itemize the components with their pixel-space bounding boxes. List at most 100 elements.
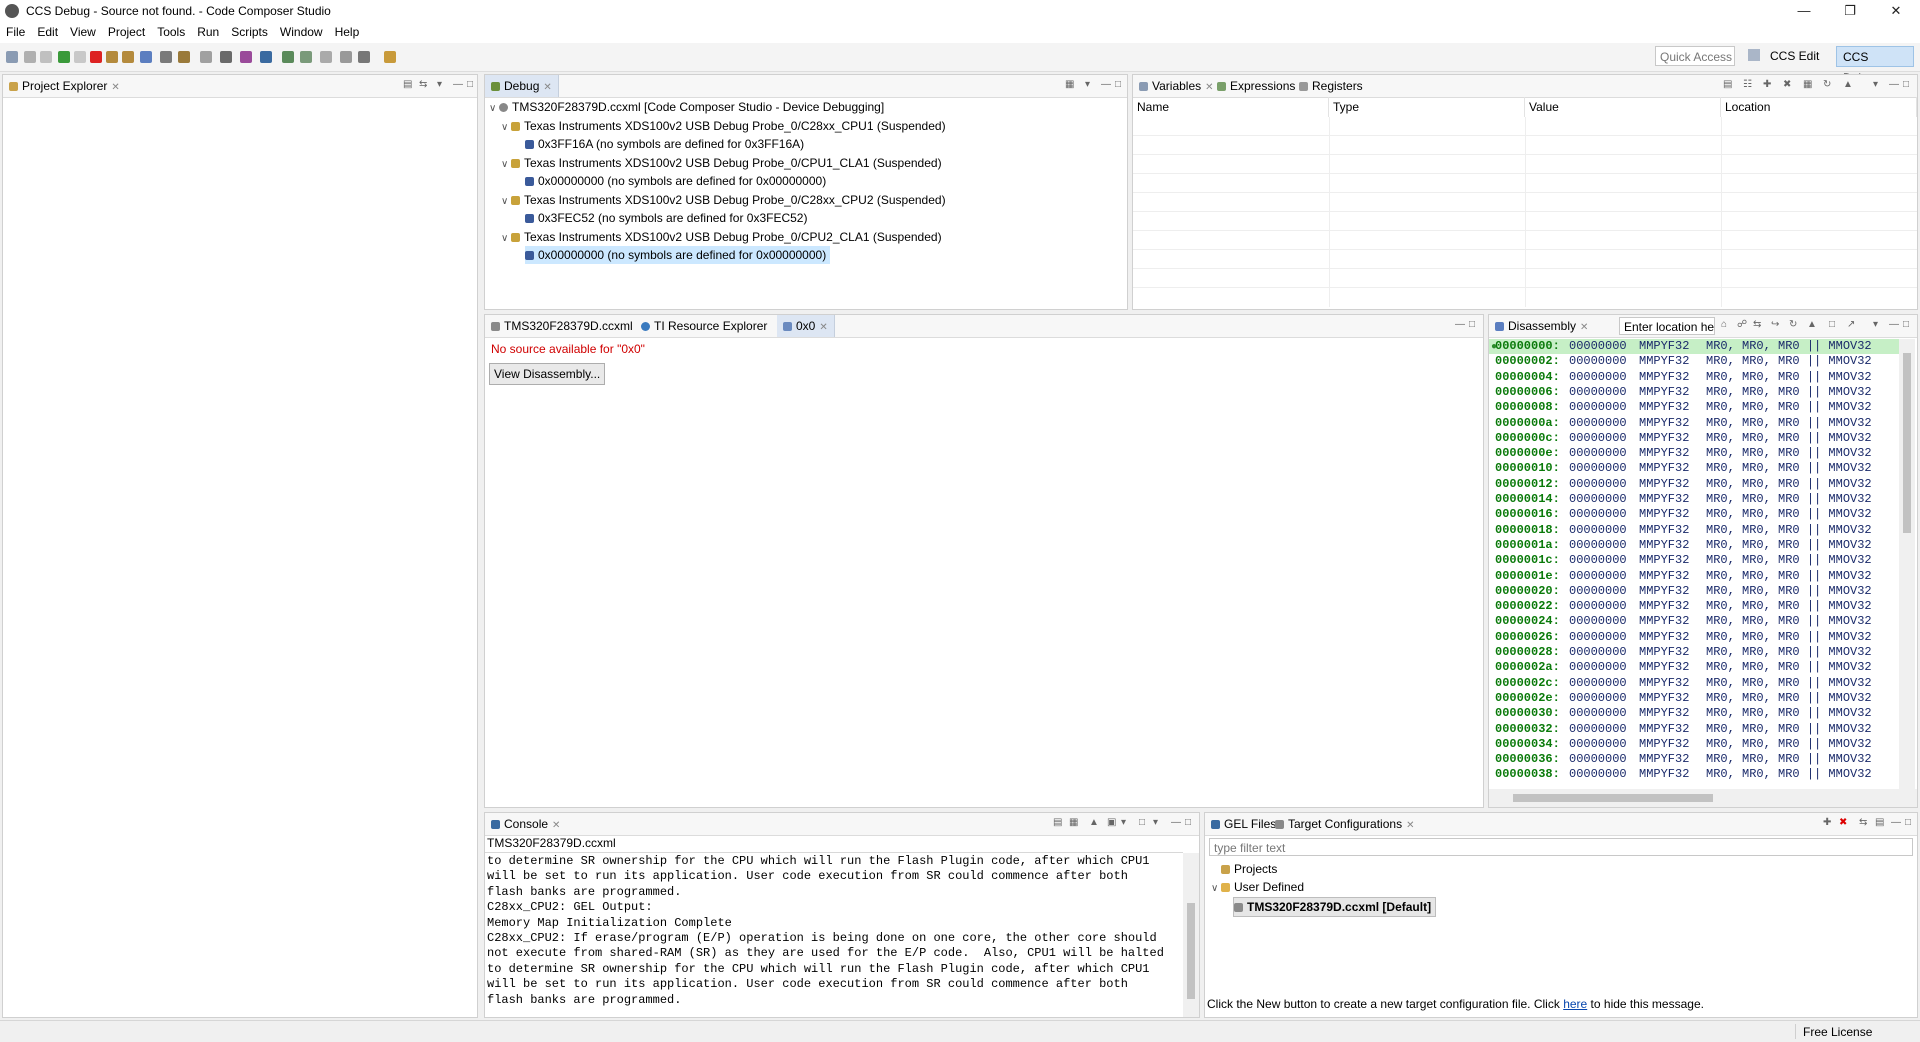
tab-target-configurations[interactable]: Target Configurations ✕ [1269, 813, 1420, 835]
disassembly-row[interactable]: 00000030: 00000000 MMPYF32 MR0, MR0, MR0 ||… [1489, 706, 1899, 721]
disassembly-row[interactable]: 00000022: 00000000 MMPYF32 MR0, MR0, MR0 ||… [1489, 599, 1899, 614]
tab-registers[interactable]: Registers [1293, 75, 1369, 97]
menu-project[interactable]: Project [102, 22, 151, 39]
console-output[interactable]: to determine SR ownership for the CPU wh… [485, 854, 1181, 1017]
suspend-icon[interactable] [74, 51, 86, 63]
chevron-down-icon[interactable]: ∨ [501, 230, 511, 248]
menu-tools[interactable]: Tools [151, 22, 191, 39]
disassembly-row[interactable]: 00000014: 00000000 MMPYF32 MR0, MR0, MR0 ||… [1489, 492, 1899, 507]
open-console-icon[interactable]: □ [1139, 817, 1145, 828]
display-console-icon[interactable]: ▣ [1107, 817, 1116, 828]
new-icon[interactable] [6, 51, 18, 63]
pin-icon[interactable]: ▲ [1843, 79, 1853, 90]
disassembly-row[interactable]: 0000000a: 00000000 MMPYF32 MR0, MR0, MR0 ||… [1489, 416, 1899, 431]
column-name[interactable]: Name [1133, 97, 1329, 117]
disassembly-row[interactable]: 00000018: 00000000 MMPYF32 MR0, MR0, MR0 ||… [1489, 523, 1899, 538]
maximize-view-icon[interactable]: □ [1115, 79, 1121, 90]
view-disassembly-button[interactable]: View Disassembly... [489, 363, 606, 385]
gel-icon[interactable] [240, 51, 252, 63]
remove-terminated-icon[interactable]: ▦ [1065, 79, 1074, 90]
disassembly-row[interactable]: 00000038: 00000000 MMPYF32 MR0, MR0, MR0 ||… [1489, 767, 1899, 782]
close-icon[interactable]: ✕ [1873, 0, 1919, 22]
disassembly-row[interactable]: 00000012: 00000000 MMPYF32 MR0, MR0, MR0 ||… [1489, 477, 1899, 492]
refresh-icon[interactable]: ↻ [1789, 319, 1797, 330]
scroll-thumb[interactable] [1513, 794, 1713, 802]
breakpoint-icon[interactable] [220, 51, 232, 63]
maximize-view-icon[interactable]: □ [1185, 817, 1191, 828]
sync-icon[interactable]: ⇆ [1753, 319, 1761, 330]
column-value[interactable]: Value [1525, 97, 1721, 117]
refresh-icon[interactable]: ↻ [1823, 79, 1831, 90]
restore-icon[interactable]: ❐ [1827, 0, 1873, 22]
menu-edit[interactable]: Edit [31, 22, 64, 39]
tab-disassembly[interactable]: Disassembly ✕ [1489, 315, 1594, 337]
scroll-thumb[interactable] [1187, 903, 1195, 999]
menu-run[interactable]: Run [191, 22, 225, 39]
view-menu-icon[interactable]: ▾ [1873, 79, 1878, 90]
disassembly-row[interactable]: 0000001e: 00000000 MMPYF32 MR0, MR0, MR0 ||… [1489, 569, 1899, 584]
debug-target-row[interactable]: ∨ Texas Instruments XDS100v2 USB Debug Pr… [501, 117, 946, 135]
disassembly-row[interactable]: 00000032: 00000000 MMPYF32 MR0, MR0, MR0 ||… [1489, 722, 1899, 737]
stack-frame-row[interactable]: 0x3FF16A (no symbols are defined for 0x3… [525, 135, 804, 153]
window-icon[interactable] [320, 51, 332, 63]
minimize-view-icon[interactable]: — [1889, 79, 1899, 90]
debug-target-row[interactable]: ∨ Texas Instruments XDS100v2 USB Debug Pr… [501, 191, 946, 209]
tab-project-explorer[interactable]: Project Explorer ✕ [3, 75, 126, 97]
delete-icon[interactable]: ✖ [1839, 817, 1847, 828]
maximize-view-icon[interactable]: □ [467, 79, 473, 90]
terminate-icon[interactable] [90, 51, 102, 63]
minimize-view-icon[interactable]: — [1171, 817, 1181, 828]
menu-window[interactable]: Window [274, 22, 329, 39]
tab-ccxml[interactable]: TMS320F28379D.ccxml [485, 315, 639, 337]
add-expression-icon[interactable]: ✚ [1763, 79, 1771, 90]
step-icon[interactable]: ↪ [1771, 319, 1779, 330]
scroll-lock-icon[interactable]: ▦ [1069, 817, 1078, 828]
close-icon[interactable]: ✕ [552, 820, 560, 831]
minimize-view-icon[interactable]: — [453, 79, 463, 90]
link-editor-icon[interactable]: ⇆ [419, 79, 427, 90]
clear-console-icon[interactable]: ▤ [1053, 817, 1062, 828]
disassembly-row[interactable]: 0000000c: 00000000 MMPYF32 MR0, MR0, MR0 ||… [1489, 431, 1899, 446]
minimize-view-icon[interactable]: — [1455, 319, 1465, 330]
menu-scripts[interactable]: Scripts [225, 22, 274, 39]
pin-console-icon[interactable]: ▲ [1089, 817, 1099, 828]
chevron-down-icon[interactable]: ∨ [501, 156, 511, 174]
disassembly-row[interactable]: 0000001a: 00000000 MMPYF32 MR0, MR0, MR0 ||… [1489, 538, 1899, 553]
debug-target-row[interactable]: ∨ Texas Instruments XDS100v2 USB Debug Pr… [501, 154, 942, 172]
column-type[interactable]: Type [1329, 97, 1525, 117]
link-icon[interactable]: ⇆ [1859, 817, 1867, 828]
chevron-down-icon[interactable]: ∨ [489, 100, 499, 118]
connect-icon[interactable] [160, 51, 172, 63]
location-input[interactable]: Enter location here [1619, 317, 1715, 335]
collapse-all-icon[interactable]: ▤ [1875, 817, 1884, 828]
tab-resource-explorer[interactable]: TI Resource Explorer [635, 315, 773, 337]
minimize-view-icon[interactable]: — [1891, 817, 1901, 828]
disassembly-vscrollbar[interactable] [1899, 339, 1915, 789]
disassembly-row[interactable]: 00000034: 00000000 MMPYF32 MR0, MR0, MR0 ||… [1489, 737, 1899, 752]
close-icon[interactable]: ✕ [543, 82, 551, 93]
maximize-view-icon[interactable]: □ [1903, 79, 1909, 90]
remove-icon[interactable]: ✖ [1783, 79, 1791, 90]
chevron-down-icon[interactable]: ∨ [1211, 880, 1221, 898]
disassembly-row[interactable]: 00000026: 00000000 MMPYF32 MR0, MR0, MR0 ||… [1489, 630, 1899, 645]
chevron-down-icon[interactable]: ▾ [1153, 817, 1158, 828]
disassembly-row[interactable]: 00000000: 00000000 MMPYF32 MR0, MR0, MR0 ||… [1489, 339, 1899, 355]
disassembly-row[interactable]: 00000036: 00000000 MMPYF32 MR0, MR0, MR0 ||… [1489, 752, 1899, 767]
maximize-view-icon[interactable]: □ [1905, 817, 1911, 828]
open-perspective-icon[interactable] [1748, 49, 1760, 61]
resume-icon[interactable] [58, 51, 70, 63]
disassembly-row[interactable]: 00000010: 00000000 MMPYF32 MR0, MR0, MR0 ||… [1489, 461, 1899, 476]
close-icon[interactable]: ✕ [1580, 322, 1588, 333]
disassembly-row[interactable]: 0000002e: 00000000 MMPYF32 MR0, MR0, MR0 ||… [1489, 691, 1899, 706]
hide-message-link[interactable]: here [1563, 997, 1587, 1011]
tree-projects[interactable]: Projects [1221, 860, 1277, 878]
disassembly-row[interactable]: 0000000e: 00000000 MMPYF32 MR0, MR0, MR0 ||… [1489, 446, 1899, 461]
restart-icon[interactable] [178, 51, 190, 63]
chevron-down-icon[interactable]: ▾ [1121, 817, 1126, 828]
remove-all-icon[interactable]: ▦ [1803, 79, 1812, 90]
save-icon[interactable] [24, 51, 36, 63]
disassembly-row[interactable]: 00000008: 00000000 MMPYF32 MR0, MR0, MR0 ||… [1489, 400, 1899, 415]
stack-frame-row[interactable]: 0x3FEC52 (no symbols are defined for 0x3… [525, 209, 807, 227]
perspective-ccs-debug[interactable]: CCS Debug [1836, 46, 1914, 85]
tree-ccxml-default[interactable]: TMS320F28379D.ccxml [Default] [1233, 897, 1437, 917]
